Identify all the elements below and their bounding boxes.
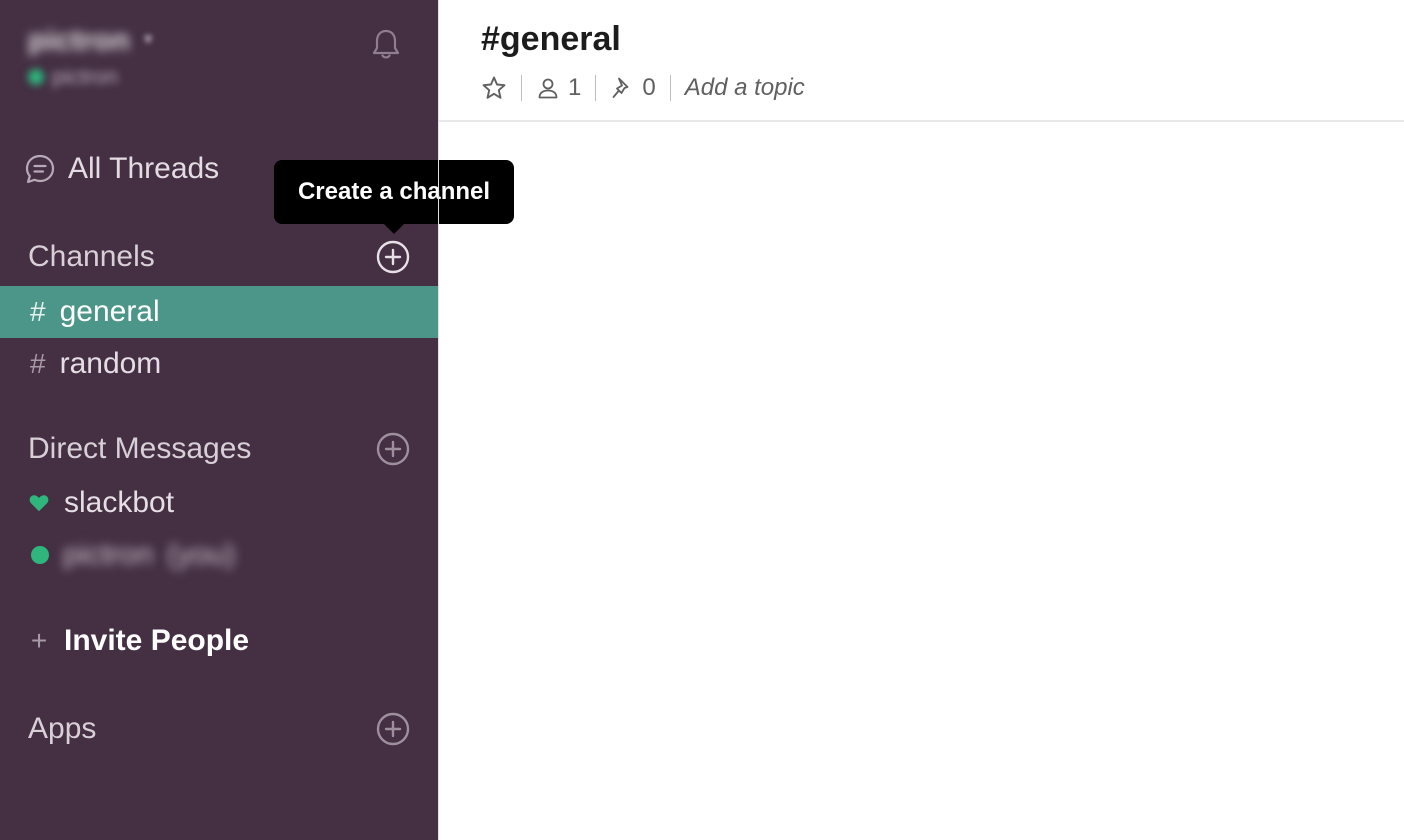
threads-icon — [25, 154, 55, 184]
sidebar-item-random[interactable]: # random — [0, 338, 438, 390]
plus-icon: + — [30, 625, 48, 656]
hash-icon: # — [30, 348, 46, 379]
current-user-name: pictron — [52, 64, 119, 89]
direct-messages-heading: Direct Messages — [28, 432, 410, 466]
dm-name: pictron — [63, 538, 154, 571]
channel-meta: 1 0 Add a topic — [481, 72, 805, 104]
channels-heading: Channels — [28, 240, 410, 274]
channels-heading-label[interactable]: Channels — [28, 240, 155, 274]
add-dm-icon[interactable] — [376, 432, 410, 466]
channel-name: random — [59, 347, 162, 380]
chevron-down-icon[interactable]: ▾ — [144, 29, 152, 49]
all-threads-link[interactable]: All Threads — [24, 152, 219, 186]
sidebar: pictron ▾ pictron All Threads Channels #… — [0, 0, 438, 840]
heart-icon — [29, 495, 49, 512]
add-app-icon[interactable] — [376, 712, 410, 746]
pin-icon — [612, 77, 629, 98]
hash-icon: # — [30, 296, 46, 327]
sidebar-item-self[interactable]: pictron (you) — [28, 538, 235, 572]
divider — [595, 75, 597, 101]
message-area[interactable] — [439, 122, 1404, 840]
dm-heading-label[interactable]: Direct Messages — [28, 432, 251, 466]
member-count-button[interactable]: 1 — [536, 74, 581, 102]
add-topic-link[interactable]: Add a topic — [685, 74, 805, 102]
dm-you-suffix: (you) — [167, 538, 236, 571]
presence-dot — [31, 546, 49, 564]
divider — [521, 75, 522, 101]
channel-name: general — [59, 295, 160, 328]
add-channel-icon[interactable] — [376, 240, 410, 274]
main-pane: #general 1 0 Add a topic — [438, 0, 1404, 840]
member-icon — [538, 78, 558, 99]
page-title[interactable]: #general — [481, 20, 621, 59]
current-user: pictron — [28, 64, 152, 90]
bell-icon[interactable] — [368, 26, 404, 62]
apps-heading: Apps — [28, 712, 410, 746]
apps-heading-label[interactable]: Apps — [28, 712, 96, 746]
pinned-count: 0 — [642, 74, 656, 101]
sidebar-item-general[interactable]: # general — [0, 286, 438, 338]
invite-people-label: Invite People — [64, 624, 250, 657]
presence-dot — [28, 69, 44, 85]
all-threads-label: All Threads — [68, 152, 220, 185]
dm-name: slackbot — [64, 486, 175, 519]
member-count: 1 — [568, 74, 582, 101]
team-name[interactable]: pictron — [28, 24, 130, 58]
channel-header: #general 1 0 Add a topic — [439, 0, 1404, 122]
sidebar-item-slackbot[interactable]: slackbot — [28, 486, 174, 520]
star-icon[interactable] — [481, 75, 507, 101]
team-header[interactable]: pictron ▾ pictron — [28, 24, 152, 90]
invite-people-link[interactable]: + Invite People — [28, 624, 249, 658]
divider — [669, 75, 671, 101]
pinned-count-button[interactable]: 0 — [610, 74, 656, 102]
